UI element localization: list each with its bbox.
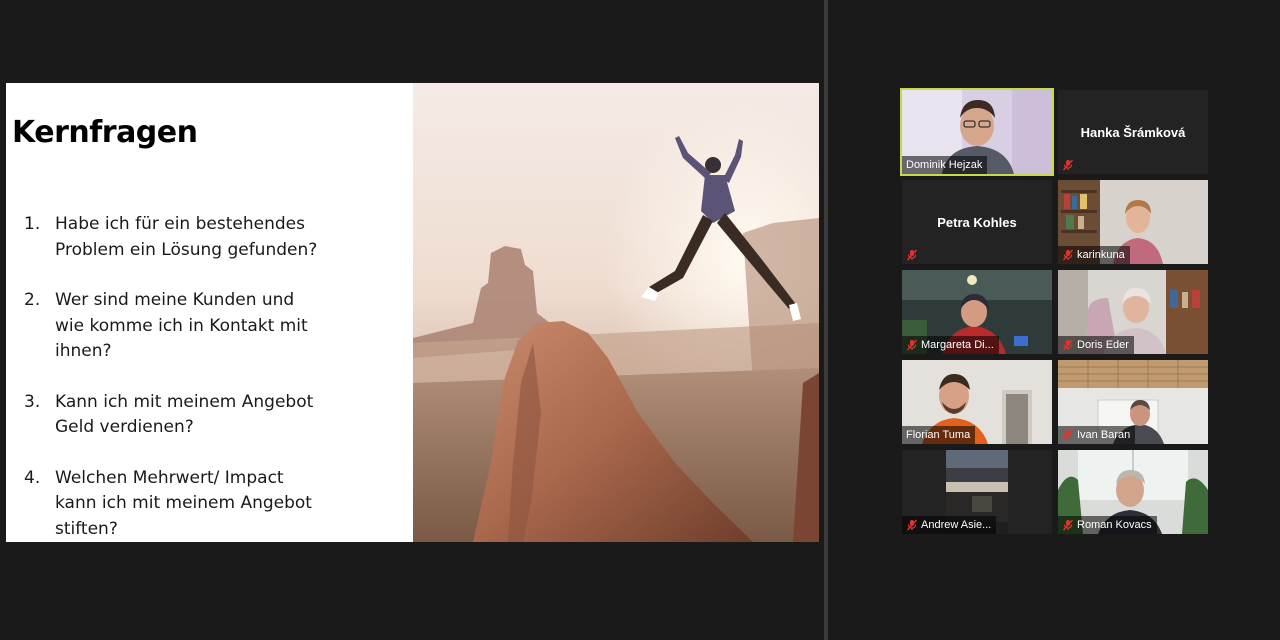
- mic-off-icon: [1062, 249, 1074, 261]
- participant-name: Dominik Hejzak: [906, 159, 983, 171]
- mic-off-icon: [906, 339, 918, 351]
- participant-name: Florian Tuma: [906, 429, 971, 441]
- participant-name: Andrew Asie...: [921, 519, 992, 531]
- slide-title: Kernfragen: [12, 115, 198, 150]
- participant-tile[interactable]: Petra Kohles: [902, 180, 1052, 264]
- participant-name: Ivan Baran: [1077, 429, 1131, 441]
- participant-name-centered: Hanka Šrámková: [1080, 124, 1186, 140]
- participant-tile[interactable]: karinkuna: [1058, 180, 1208, 264]
- participant-name-label: Margareta Di...: [902, 336, 999, 354]
- question-text-line: Welchen Mehrwert/ Impact: [55, 467, 284, 488]
- question-text-line: stiften?: [55, 518, 118, 539]
- participant-name-label: Andrew Asie...: [902, 516, 997, 534]
- participant-name-label: karinkuna: [1058, 246, 1130, 264]
- slide-text-panel: Kernfragen 1. Habe ich für ein bestehend…: [6, 83, 413, 542]
- participant-tile[interactable]: Ivan Baran: [1058, 360, 1208, 444]
- participant-name-label: Ivan Baran: [1058, 426, 1136, 444]
- slide-question-item: 2. Wer sind meine Kunden und wie komme i…: [24, 288, 409, 365]
- question-number: 4.: [24, 467, 41, 488]
- slide-question-list: 1. Habe ich für ein bestehendes Problem …: [24, 212, 409, 542]
- question-text-line: Wer sind meine Kunden und: [55, 290, 295, 310]
- mic-off-icon: [1062, 519, 1074, 531]
- participant-name-centered: Petra Kohles: [937, 214, 1017, 230]
- participant-tile[interactable]: Margareta Di...: [902, 270, 1052, 354]
- question-number: 3.: [24, 391, 41, 412]
- question-number: 1.: [24, 214, 41, 234]
- slide-question-item: 4. Welchen Mehrwert/ Impact kann ich mit…: [24, 466, 409, 543]
- screen-share-area: Kernfragen 1. Habe ich für ein bestehend…: [0, 0, 824, 640]
- participant-tile[interactable]: Roman Kovacs: [1058, 450, 1208, 534]
- mic-off-icon: [906, 519, 918, 531]
- participant-tile[interactable]: Hanka Šrámková: [1058, 90, 1208, 174]
- question-text-line: wie komme ich in Kontakt mit: [55, 315, 308, 336]
- mic-off-icon: [1062, 339, 1074, 351]
- mic-off-icon: [906, 249, 918, 261]
- participant-name-label: Florian Tuma: [902, 426, 976, 444]
- participant-name-label: Roman Kovacs: [1058, 516, 1157, 534]
- participant-name: Margareta Di...: [921, 339, 994, 351]
- slide-photo-desert-jump: [413, 83, 819, 542]
- presentation-slide: Kernfragen 1. Habe ich für ein bestehend…: [6, 83, 819, 542]
- participant-tile[interactable]: Doris Eder: [1058, 270, 1208, 354]
- participant-tile[interactable]: Dominik Hejzak: [900, 88, 1054, 176]
- question-text-line: Habe ich für ein bestehendes: [55, 214, 305, 234]
- participant-gallery: Dominik Hejzak Hanka Šrámková Petra Kohl…: [828, 0, 1280, 640]
- desert-jump-image: [413, 83, 819, 542]
- question-text-line: kann ich mit meinem Angebot: [55, 493, 312, 513]
- question-text-line: ihnen?: [55, 341, 112, 361]
- participant-name-label: Doris Eder: [1058, 336, 1134, 354]
- participant-name: karinkuna: [1077, 249, 1125, 261]
- question-text-line: Problem ein Lösung gefunden?: [55, 239, 318, 260]
- participant-name: Doris Eder: [1077, 339, 1129, 351]
- mic-off-icon: [1062, 429, 1074, 441]
- question-text-line: Geld verdienen?: [55, 417, 194, 437]
- question-text-line: Kann ich mit meinem Angebot: [55, 391, 314, 412]
- participant-name: Roman Kovacs: [1077, 519, 1152, 531]
- question-number: 2.: [24, 290, 41, 310]
- slide-question-item: 1. Habe ich für ein bestehendes Problem …: [24, 212, 409, 263]
- slide-question-item: 3. Kann ich mit meinem Angebot Geld verd…: [24, 390, 409, 441]
- participant-name-label: [902, 246, 923, 264]
- mic-off-icon: [1062, 159, 1074, 171]
- participant-tile[interactable]: Andrew Asie...: [902, 450, 1052, 534]
- participant-tile[interactable]: Florian Tuma: [902, 360, 1052, 444]
- participant-name-label: [1058, 156, 1079, 174]
- participant-name-label: Dominik Hejzak: [902, 156, 988, 174]
